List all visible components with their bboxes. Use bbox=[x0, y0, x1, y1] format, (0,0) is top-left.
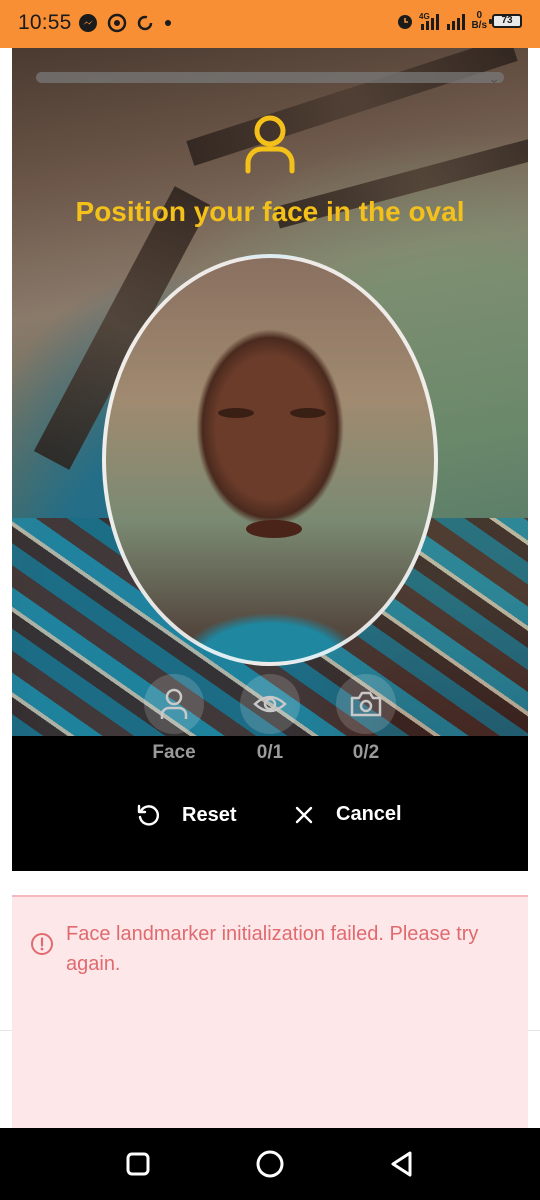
close-icon bbox=[295, 806, 313, 823]
face-eye-left bbox=[218, 408, 254, 418]
face-eye-right bbox=[290, 408, 326, 418]
step-eye bbox=[240, 674, 300, 734]
face-oval-guide bbox=[102, 254, 438, 666]
status-system-icons: 4G 0 B/s 73 bbox=[396, 11, 522, 31]
status-bar: 10:55 4G 0 B/s 73 bbox=[0, 0, 540, 48]
error-alert: Face landmarker initialization failed. P… bbox=[12, 895, 528, 1128]
reset-label: Reset bbox=[182, 803, 237, 826]
error-message: Face landmarker initialization failed. P… bbox=[66, 923, 479, 975]
status-time: 10:55 bbox=[18, 11, 72, 34]
camera-preview: ⌄ Position your face in the oval bbox=[12, 48, 528, 736]
divider bbox=[528, 1030, 540, 1031]
cancel-label: Cancel bbox=[336, 803, 402, 825]
messenger-icon bbox=[79, 14, 97, 32]
camera-icon bbox=[350, 691, 382, 717]
chevron-down-icon[interactable]: ⌄ bbox=[488, 70, 500, 87]
liveness-steps bbox=[12, 674, 528, 736]
step-camera bbox=[336, 674, 396, 734]
network-speed: 0 B/s bbox=[471, 11, 487, 31]
background-beam bbox=[186, 48, 518, 166]
recents-icon[interactable] bbox=[122, 1148, 154, 1180]
person-icon bbox=[245, 115, 295, 174]
liveness-step-labels: Face 0/1 0/2 bbox=[12, 742, 528, 768]
step-label-camera: 0/2 bbox=[352, 742, 380, 763]
system-navigation-bar bbox=[0, 1128, 540, 1200]
sync-icon bbox=[137, 15, 153, 31]
signal-icon bbox=[447, 14, 466, 30]
status-notification-icons bbox=[78, 13, 173, 33]
divider bbox=[0, 1030, 12, 1031]
face-mouth bbox=[246, 520, 302, 538]
alarm-icon bbox=[398, 15, 413, 29]
step-face bbox=[144, 674, 204, 734]
eye-icon bbox=[253, 695, 287, 713]
signal-4g-icon: 4G bbox=[419, 12, 440, 30]
camera-actions: Reset Cancel bbox=[12, 803, 528, 837]
step-label-eye: 0/1 bbox=[256, 742, 284, 763]
reset-icon bbox=[137, 804, 160, 826]
cancel-button[interactable]: Cancel bbox=[294, 803, 402, 826]
home-icon[interactable] bbox=[254, 1148, 286, 1180]
person-icon bbox=[160, 688, 188, 719]
back-icon[interactable] bbox=[386, 1148, 418, 1180]
capture-progress-track bbox=[36, 72, 504, 83]
dot-icon bbox=[165, 20, 171, 26]
reset-button[interactable]: Reset bbox=[136, 803, 236, 827]
network-speed-unit: B/s bbox=[471, 20, 487, 31]
face-instruction: Position your face in the oval bbox=[75, 196, 465, 227]
liveness-camera-card: ⌄ Position your face in the oval Face 0/… bbox=[12, 48, 528, 871]
svg-text:4G: 4G bbox=[419, 12, 430, 21]
alert-circle-icon bbox=[31, 933, 53, 955]
step-label-face: Face bbox=[152, 742, 196, 763]
battery-icon: 73 bbox=[489, 14, 522, 28]
browser-icon bbox=[107, 13, 127, 33]
